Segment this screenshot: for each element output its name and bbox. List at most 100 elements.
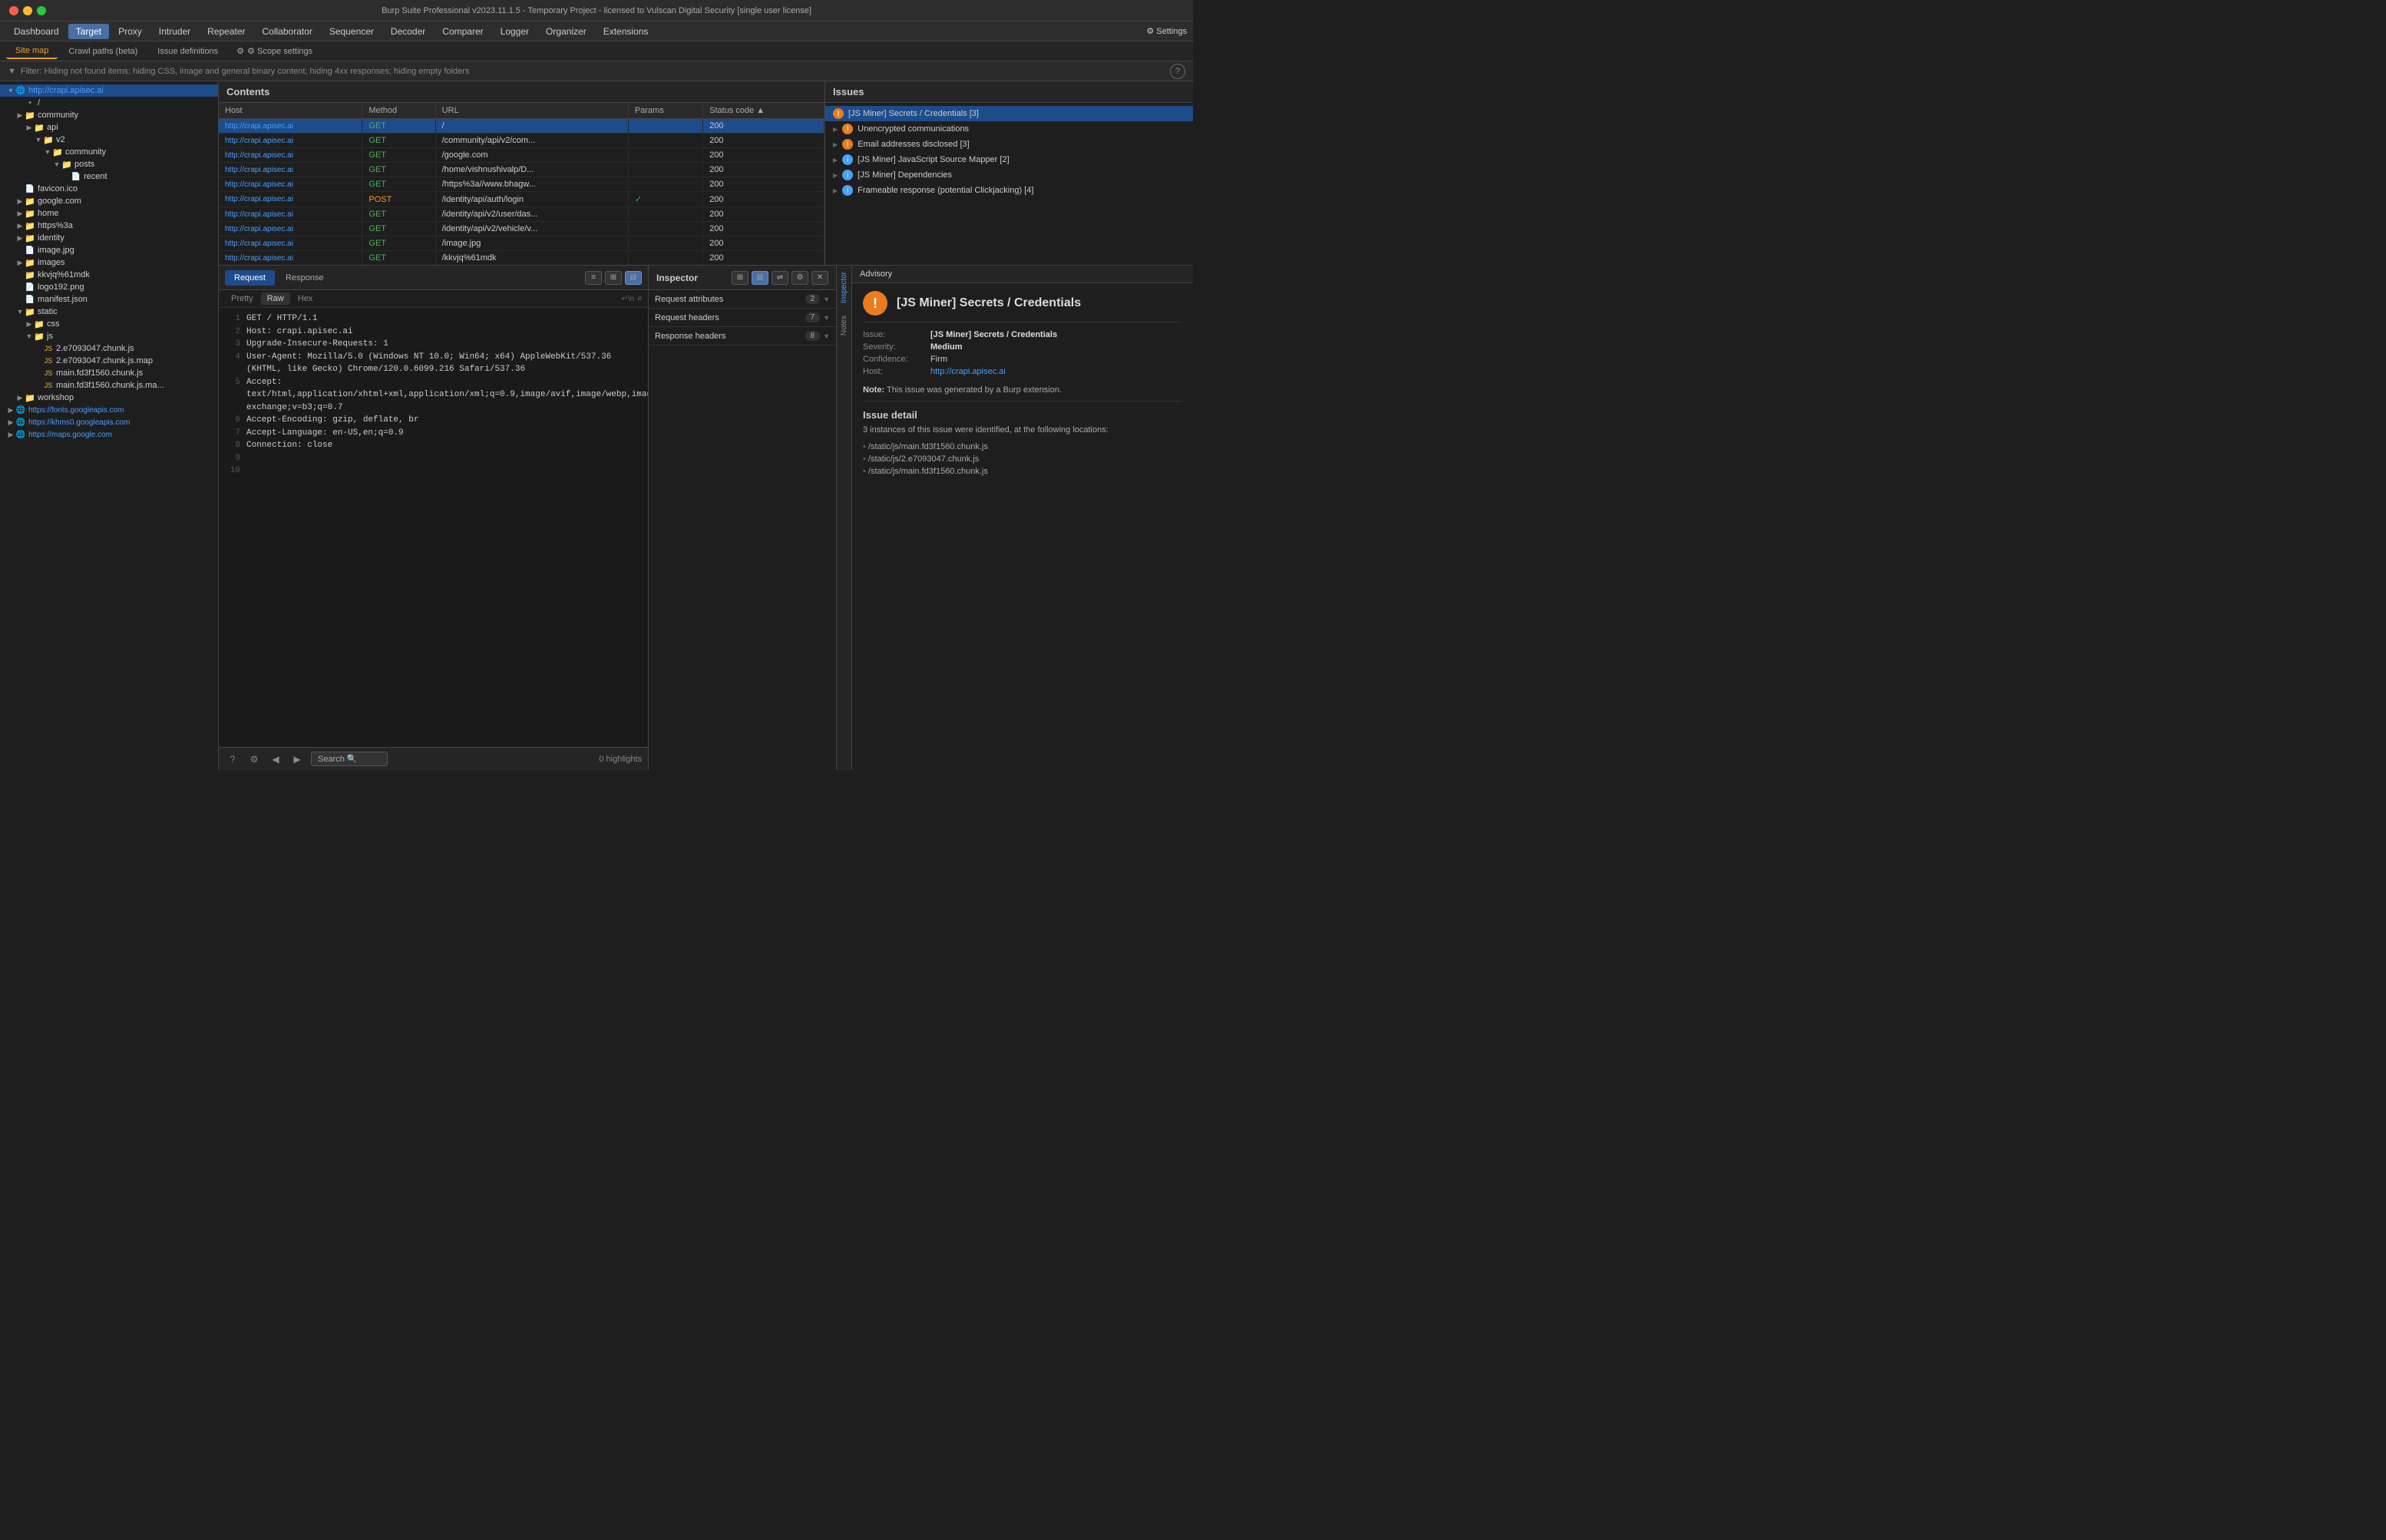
forward-btn[interactable]: ▶ — [289, 752, 305, 767]
inspector-settings[interactable]: ⚙ — [791, 271, 808, 285]
line-content: Accept-Encoding: gzip, deflate, br — [246, 414, 418, 427]
inspector-view-2[interactable]: ⊟ — [752, 271, 768, 285]
tree-item-imagejpg[interactable]: 📄 image.jpg — [0, 244, 218, 256]
scope-settings-button[interactable]: ⚙ ⚙ Scope settings — [229, 44, 320, 58]
table-row[interactable]: http://crapi.apisec.ai GET /home/vishnus… — [219, 163, 825, 177]
ftab-hex[interactable]: Hex — [292, 292, 319, 305]
tree-item-chunk1map[interactable]: JS 2.e7093047.chunk.js.map — [0, 355, 218, 367]
tree-item-khms0[interactable]: ▶ 🌐 https://khms0.googleapis.com — [0, 416, 218, 428]
tree-item-google[interactable]: ▶ 📁 google.com — [0, 195, 218, 207]
table-row[interactable]: http://crapi.apisec.ai GET /community/ap… — [219, 134, 825, 148]
col-status[interactable]: Status code ▲ — [703, 103, 825, 119]
col-url[interactable]: URL — [435, 103, 628, 119]
tree-item-googlefonts[interactable]: ▶ 🌐 https://fonts.googleapis.com — [0, 404, 218, 416]
tree-item-manifest[interactable]: 📄 manifest.json — [0, 293, 218, 306]
line-content: Connection: close — [246, 439, 332, 452]
tab-crawlpaths[interactable]: Crawl paths (beta) — [59, 45, 147, 58]
table-row[interactable]: http://crapi.apisec.ai GET /identity/api… — [219, 207, 825, 222]
tree-item-https3a[interactable]: ▶ 📁 https%3a — [0, 220, 218, 232]
tree-item-root-url[interactable]: ▼ 🌐 http://crapi.apisec.ai — [0, 84, 218, 97]
more-option[interactable]: ≡ — [637, 295, 642, 303]
tab-request[interactable]: Request — [225, 270, 275, 286]
table-row[interactable]: http://crapi.apisec.ai GET /google.com 2… — [219, 148, 825, 163]
format-options: ↵\n ≡ — [621, 295, 642, 303]
col-params[interactable]: Params — [628, 103, 702, 119]
tree-item-api[interactable]: ▶ 📁 api — [0, 121, 218, 134]
table-row[interactable]: http://crapi.apisec.ai POST /identity/ap… — [219, 192, 825, 207]
tree-item-main1map[interactable]: JS main.fd3f1560.chunk.js.ma... — [0, 379, 218, 392]
menu-dashboard[interactable]: Dashboard — [6, 24, 67, 39]
issue-item[interactable]: ▶ i [JS Miner] JavaScript Source Mapper … — [825, 152, 1193, 167]
side-tab-notes[interactable]: Notes — [838, 309, 851, 342]
help-button[interactable]: ? — [1170, 64, 1185, 79]
tree-item-favicon[interactable]: 📄 favicon.ico — [0, 183, 218, 195]
tab-issuedefs[interactable]: Issue definitions — [148, 45, 227, 58]
menu-collaborator[interactable]: Collaborator — [255, 24, 320, 39]
menu-decoder[interactable]: Decoder — [383, 24, 433, 39]
inspector-balance[interactable]: ⇌ — [772, 271, 788, 285]
close-button[interactable] — [9, 6, 18, 15]
help-footer-btn[interactable]: ? — [225, 752, 240, 767]
tree-item-workshop[interactable]: ▶ 📁 workshop — [0, 392, 218, 404]
tree-item-logo192[interactable]: 📄 logo192.png — [0, 281, 218, 293]
tab-sitemap[interactable]: Site map — [6, 44, 58, 59]
menu-comparer[interactable]: Comparer — [435, 24, 491, 39]
view-btn-2[interactable]: ⊞ — [605, 271, 622, 285]
issue-item[interactable]: ▶ i Frameable response (potential Clickj… — [825, 183, 1193, 198]
tree-item-main1[interactable]: JS main.fd3f1560.chunk.js — [0, 367, 218, 379]
menu-extensions[interactable]: Extensions — [596, 24, 656, 39]
tree-item-slash[interactable]: • / — [0, 97, 218, 109]
tree-item-posts[interactable]: ▼ 📁 posts — [0, 158, 218, 170]
menu-sequencer[interactable]: Sequencer — [322, 24, 382, 39]
tab-response[interactable]: Response — [276, 270, 333, 286]
ftab-pretty[interactable]: Pretty — [225, 292, 259, 305]
issue-item[interactable]: ▶ ! Unencrypted communications — [825, 121, 1193, 137]
table-row[interactable]: http://crapi.apisec.ai GET /image.jpg 20… — [219, 236, 825, 251]
col-host[interactable]: Host — [219, 103, 362, 119]
inspector-close[interactable]: ✕ — [811, 271, 828, 285]
tree-item-recent[interactable]: 📄 recent — [0, 170, 218, 183]
tree-item-mapsgoogle[interactable]: ▶ 🌐 https://maps.google.com — [0, 428, 218, 441]
inspector-row-req-attrs[interactable]: Request attributes 2 ▼ — [649, 290, 836, 308]
view-btn-3[interactable]: ⊟ — [625, 271, 642, 285]
menu-intruder[interactable]: Intruder — [151, 24, 198, 39]
tree-item-images[interactable]: ▶ 📁 images — [0, 256, 218, 269]
expand-icon: ▶ — [833, 172, 838, 179]
issue-item[interactable]: ! [JS Miner] Secrets / Credentials [3] — [825, 106, 1193, 121]
maximize-button[interactable] — [37, 6, 46, 15]
tree-item-identity[interactable]: ▶ 📁 identity — [0, 232, 218, 244]
tree-item-home[interactable]: ▶ 📁 home — [0, 207, 218, 220]
settings-button[interactable]: ⚙ Settings — [1146, 26, 1187, 36]
search-box[interactable]: Search 🔍 — [311, 752, 388, 766]
menu-proxy[interactable]: Proxy — [111, 24, 150, 39]
table-row[interactable]: http://crapi.apisec.ai GET /identity/api… — [219, 222, 825, 236]
tree-item-kkvjq[interactable]: 📁 kkvjq%61mdk — [0, 269, 218, 281]
inspector-row-resp-headers[interactable]: Response headers 8 ▼ — [649, 327, 836, 345]
tree-item-v2[interactable]: ▼ 📁 v2 — [0, 134, 218, 146]
ftab-raw[interactable]: Raw — [261, 292, 290, 305]
tree-item-static[interactable]: ▼ 📁 static — [0, 306, 218, 318]
table-row[interactable]: http://crapi.apisec.ai GET /https%3a//ww… — [219, 177, 825, 192]
menu-repeater[interactable]: Repeater — [200, 24, 253, 39]
view-btn-1[interactable]: ≡ — [585, 271, 602, 285]
issue-item[interactable]: ▶ i [JS Miner] Dependencies — [825, 167, 1193, 183]
minimize-button[interactable] — [23, 6, 32, 15]
tree-item-css[interactable]: ▶ 📁 css — [0, 318, 218, 330]
table-row[interactable]: http://crapi.apisec.ai GET /kkvjq%61mdk … — [219, 251, 825, 266]
inspector-view-1[interactable]: ⊞ — [732, 271, 749, 285]
tree-item-community1[interactable]: ▶ 📁 community — [0, 109, 218, 121]
menu-target[interactable]: Target — [68, 24, 109, 39]
tree-item-js[interactable]: ▼ 📁 js — [0, 330, 218, 342]
menu-logger[interactable]: Logger — [493, 24, 537, 39]
table-row[interactable]: http://crapi.apisec.ai GET / 200 — [219, 119, 825, 134]
col-method[interactable]: Method — [362, 103, 435, 119]
inspector-row-req-headers[interactable]: Request headers 7 ▼ — [649, 309, 836, 326]
side-tab-inspector[interactable]: Inspector — [838, 266, 851, 309]
back-btn[interactable]: ◀ — [268, 752, 283, 767]
tree-item-chunk1[interactable]: JS 2.e7093047.chunk.js — [0, 342, 218, 355]
menu-organizer[interactable]: Organizer — [538, 24, 594, 39]
wrap-option[interactable]: ↵\n — [621, 295, 634, 303]
settings-footer-btn[interactable]: ⚙ — [246, 752, 262, 767]
tree-item-community3[interactable]: ▼ 📁 community — [0, 146, 218, 158]
issue-item[interactable]: ▶ ! Email addresses disclosed [3] — [825, 137, 1193, 152]
